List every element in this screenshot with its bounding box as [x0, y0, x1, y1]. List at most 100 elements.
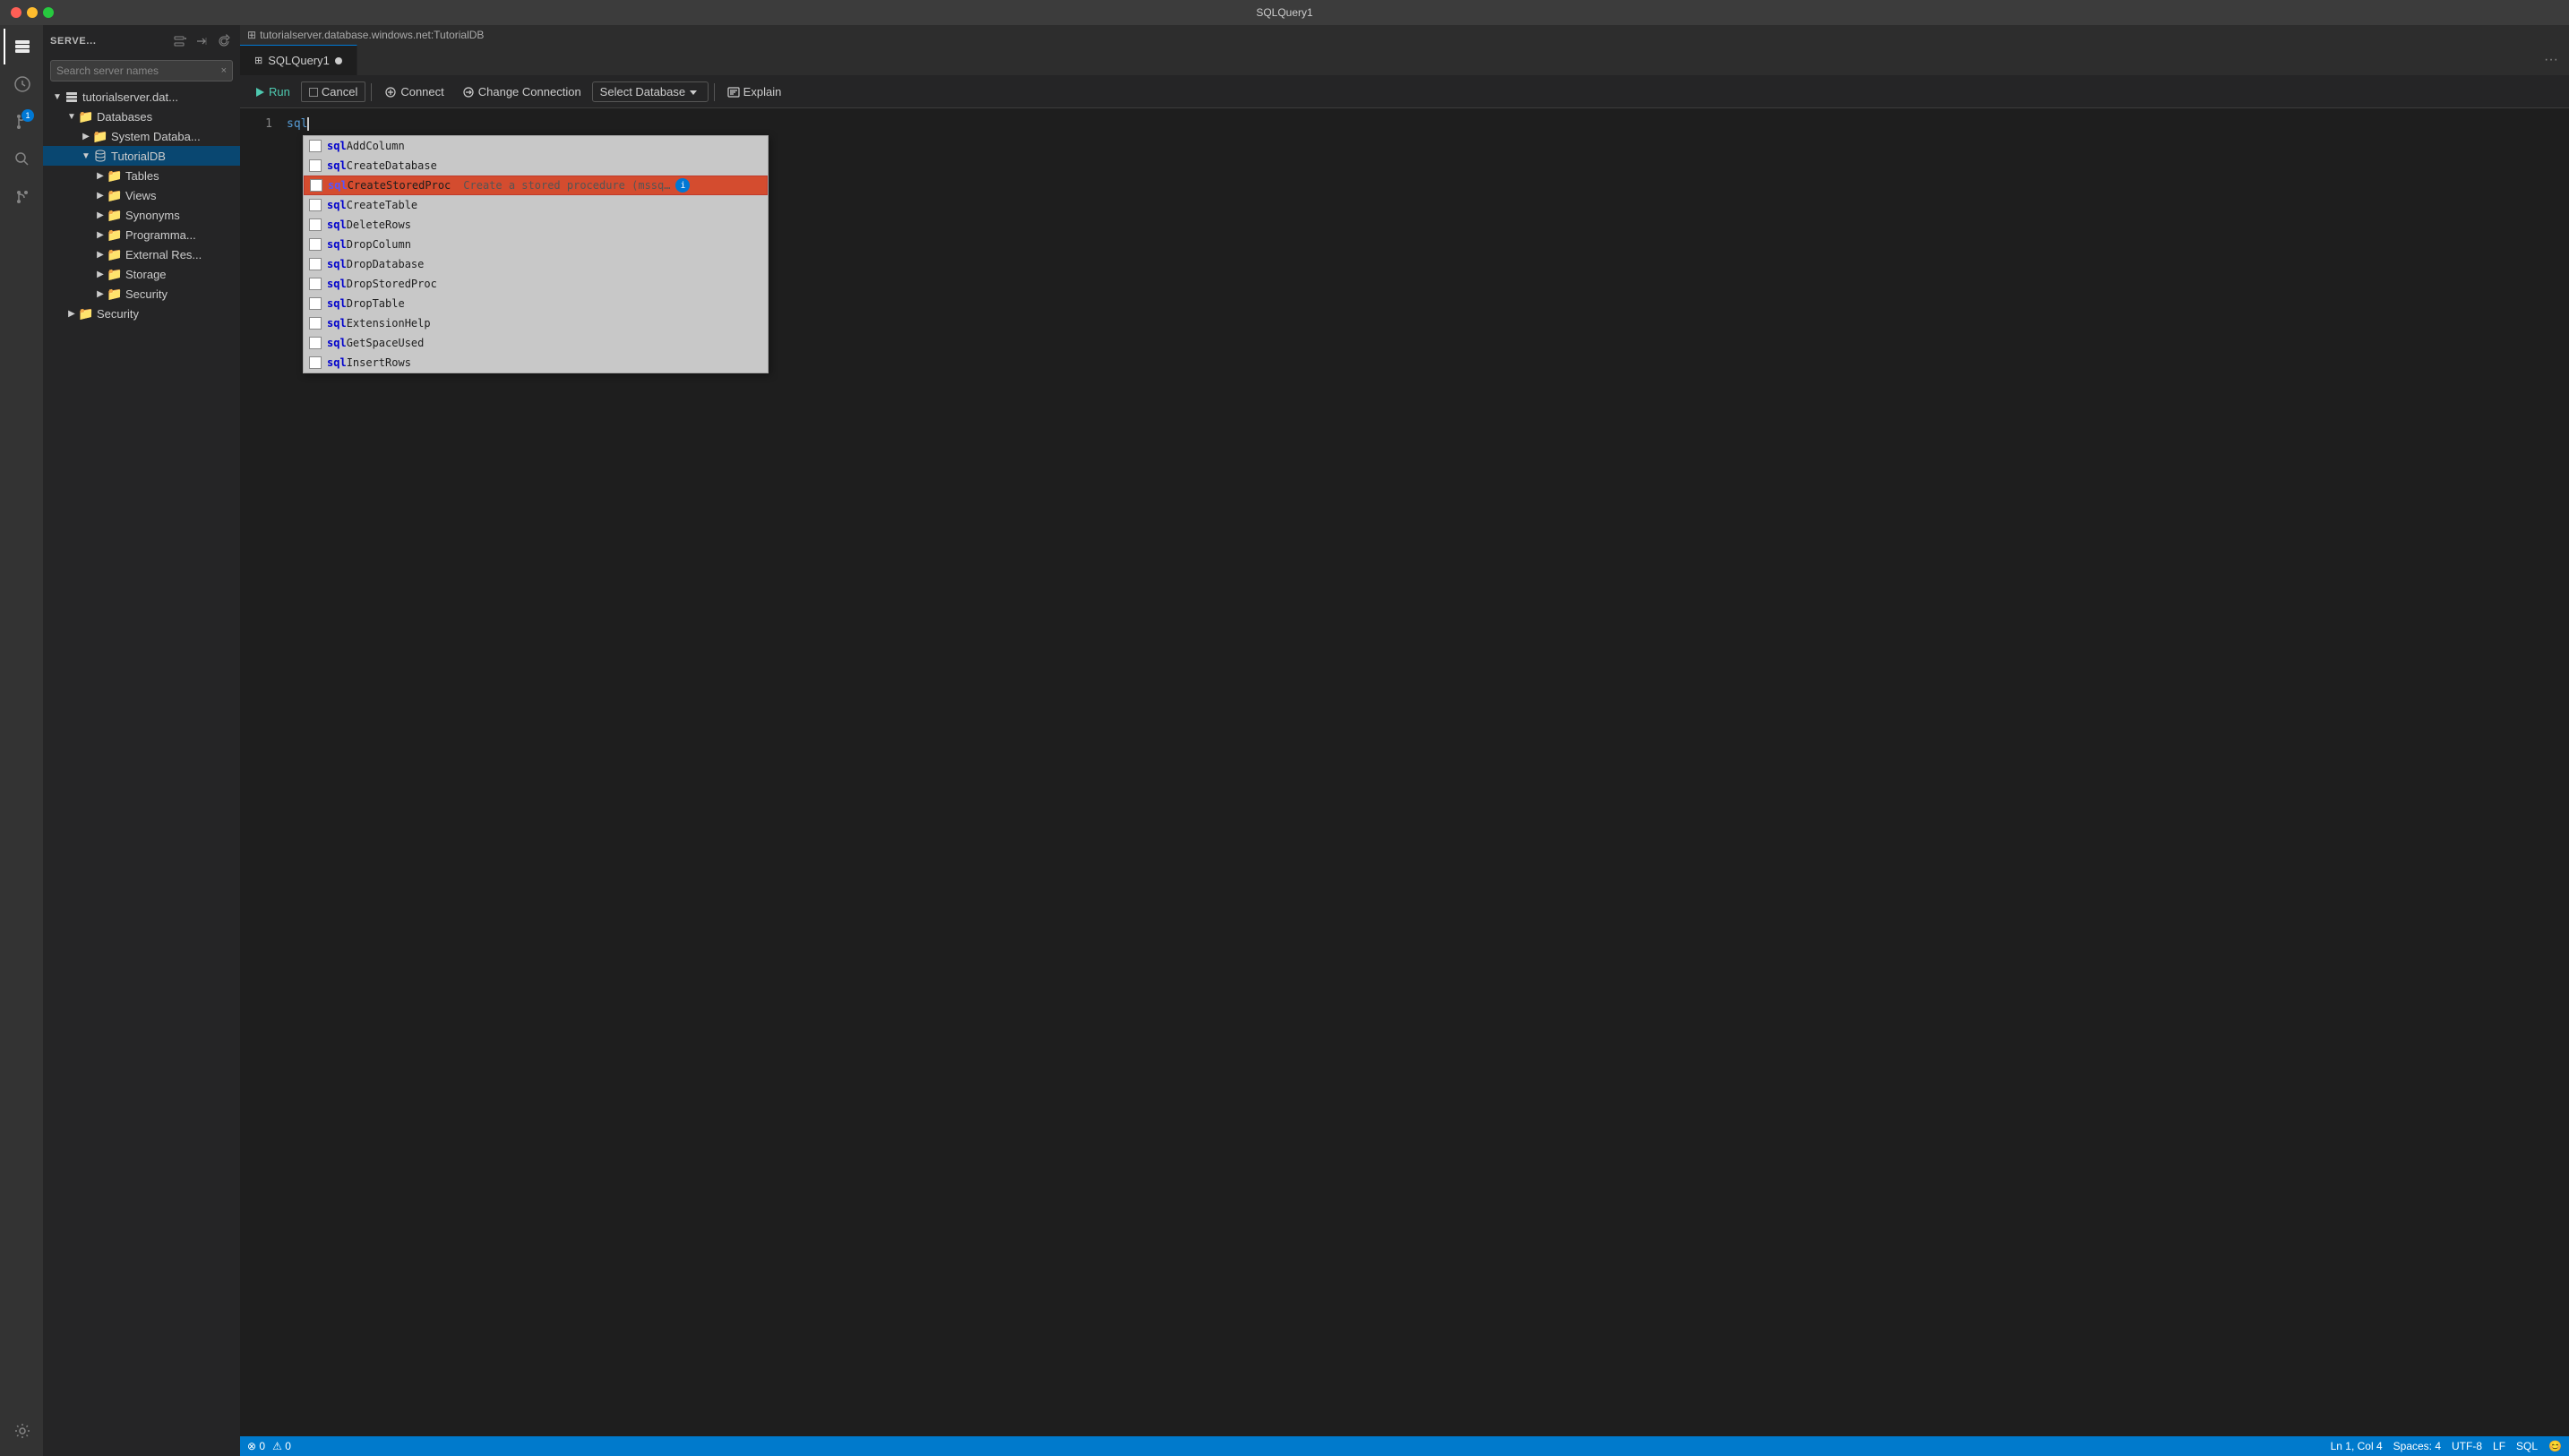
sidebar-tree: ▼ tutorialserver.dat... ▼ 📁 Databases: [43, 85, 240, 1456]
autocomplete-item-1[interactable]: sqlCreateDatabase: [304, 156, 768, 176]
search-server-input[interactable]: [56, 64, 221, 77]
sidebar: SERVE...: [43, 25, 240, 1456]
chevron-right-icon: ▶: [64, 306, 79, 321]
source-control-badge: 1: [21, 109, 34, 122]
autocomplete-item-11[interactable]: sqlInsertRows: [304, 353, 768, 373]
chevron-right-icon: ▶: [93, 287, 107, 301]
tree-item-storage[interactable]: ▶ 📁 Storage: [43, 264, 240, 284]
tab-sqlquery1[interactable]: ⊞ SQLQuery1: [240, 45, 357, 75]
views-label: Views: [125, 189, 156, 202]
tree-item-synonyms[interactable]: ▶ 📁 Synonyms: [43, 205, 240, 225]
encoding-indicator: UTF-8: [2452, 1440, 2482, 1452]
sidebar-item-history[interactable]: [4, 66, 39, 102]
editor-content[interactable]: sql sqlAddColumn sqlCreateDatabase sqlCr…: [276, 108, 2569, 1436]
tree-item-tutorialdb[interactable]: ▼ TutorialDB: [43, 146, 240, 166]
error-icon: ⊗: [247, 1440, 256, 1452]
disconnect-icon[interactable]: [193, 32, 211, 50]
status-right: Ln 1, Col 4 Spaces: 4 UTF-8 LF SQL 😊: [2331, 1440, 2562, 1452]
run-button[interactable]: Run: [247, 82, 297, 101]
item-checkbox-4: [309, 218, 322, 231]
refresh-icon[interactable]: [215, 32, 233, 50]
tree-item-system-db[interactable]: ▶ 📁 System Databa...: [43, 126, 240, 146]
tree-item-programmability[interactable]: ▶ 📁 Programma...: [43, 225, 240, 244]
editor-typed-text: sql: [287, 117, 307, 131]
main-area: ⊞ tutorialserver.database.windows.net:Tu…: [240, 25, 2569, 1456]
autocomplete-text-0: sqlAddColumn: [327, 138, 405, 154]
tree-item-views[interactable]: ▶ 📁 Views: [43, 185, 240, 205]
folder-icon: 📁: [93, 129, 107, 143]
server-search-box[interactable]: ×: [50, 60, 233, 81]
select-database-dropdown[interactable]: Select Database: [592, 81, 709, 102]
autocomplete-item-7[interactable]: sqlDropStoredProc: [304, 274, 768, 294]
close-button[interactable]: [11, 7, 21, 18]
database-icon: [93, 149, 107, 163]
toolbar: Run Cancel Connect Change Connecti: [240, 76, 2569, 108]
activity-bar: 1: [0, 25, 43, 1456]
tab-label: SQLQuery1: [268, 54, 330, 67]
storage-label: Storage: [125, 268, 167, 281]
sidebar-item-source-control[interactable]: 1: [4, 104, 39, 140]
autocomplete-item-9[interactable]: sqlExtensionHelp: [304, 313, 768, 333]
cancel-button[interactable]: Cancel: [301, 81, 365, 102]
settings-icon[interactable]: [4, 1413, 39, 1449]
title-bar-buttons: [11, 7, 54, 18]
sidebar-item-servers[interactable]: [4, 29, 39, 64]
chevron-down-icon: ▼: [79, 149, 93, 163]
connection-icon: ⊞: [247, 29, 256, 41]
item-checkbox-10: [309, 337, 322, 349]
autocomplete-item-2[interactable]: sqlCreateStoredProc Create a stored proc…: [304, 176, 768, 195]
autocomplete-item-6[interactable]: sqlDropDatabase: [304, 254, 768, 274]
connection-text: tutorialserver.database.windows.net:Tuto…: [260, 29, 484, 41]
search-close-icon[interactable]: ×: [221, 65, 227, 76]
external-res-label: External Res...: [125, 248, 202, 261]
autocomplete-item-4[interactable]: sqlDeleteRows: [304, 215, 768, 235]
chevron-down-icon: ▼: [50, 90, 64, 104]
connection-breadcrumb: ⊞ tutorialserver.database.windows.net:Tu…: [240, 25, 2569, 45]
security-label: Security: [97, 307, 139, 321]
chevron-right-icon: ▶: [93, 208, 107, 222]
item-checkbox-7: [309, 278, 322, 290]
change-connection-button[interactable]: Change Connection: [455, 82, 589, 101]
autocomplete-text-11: sqlInsertRows: [327, 355, 411, 371]
tree-item-security[interactable]: ▶ 📁 Security: [43, 304, 240, 323]
line-ending-indicator: LF: [2493, 1440, 2505, 1452]
editor-cursor: [307, 117, 309, 131]
connect-button[interactable]: Connect: [377, 82, 451, 101]
server-label: tutorialserver.dat...: [82, 90, 178, 104]
item-checkbox-8: [309, 297, 322, 310]
autocomplete-dropdown: sqlAddColumn sqlCreateDatabase sqlCreate…: [303, 135, 769, 373]
toolbar-separator: [371, 83, 372, 101]
sidebar-item-git[interactable]: [4, 179, 39, 215]
autocomplete-item-5[interactable]: sqlDropColumn: [304, 235, 768, 254]
autocomplete-item-10[interactable]: sqlGetSpaceUsed: [304, 333, 768, 353]
autocomplete-text-4: sqlDeleteRows: [327, 217, 411, 233]
chevron-down-icon: [689, 88, 698, 97]
autocomplete-item-3[interactable]: sqlCreateTable: [304, 195, 768, 215]
info-icon-2: i: [675, 178, 690, 193]
autocomplete-text-3: sqlCreateTable: [327, 197, 417, 213]
folder-icon: 📁: [107, 227, 122, 242]
new-connection-icon[interactable]: [172, 32, 190, 50]
item-checkbox-2: [310, 179, 322, 192]
autocomplete-item-0[interactable]: sqlAddColumn: [304, 136, 768, 156]
smiley-icon: 😊: [2548, 1440, 2562, 1452]
tree-item-databases[interactable]: ▼ 📁 Databases: [43, 107, 240, 126]
item-checkbox-5: [309, 238, 322, 251]
tab-modified-indicator: [335, 57, 342, 64]
tree-item-tables[interactable]: ▶ 📁 Tables: [43, 166, 240, 185]
tutorialdb-label: TutorialDB: [111, 150, 166, 163]
sidebar-item-search[interactable]: [4, 141, 39, 177]
tree-item-external-res[interactable]: ▶ 📁 External Res...: [43, 244, 240, 264]
window-title: SQLQuery1: [1256, 6, 1312, 19]
tree-item-security-db[interactable]: ▶ 📁 Security: [43, 284, 240, 304]
item-checkbox-6: [309, 258, 322, 270]
security-db-label: Security: [125, 287, 168, 301]
autocomplete-item-8[interactable]: sqlDropTable: [304, 294, 768, 313]
explain-button[interactable]: Explain: [720, 82, 789, 101]
editor-area: 1 sql sqlAddColumn sqlCreateDatabase: [240, 108, 2569, 1436]
more-tabs-button[interactable]: ···: [2533, 52, 2569, 68]
line-col-indicator: Ln 1, Col 4: [2331, 1440, 2383, 1452]
minimize-button[interactable]: [27, 7, 38, 18]
tree-item-server[interactable]: ▼ tutorialserver.dat...: [43, 87, 240, 107]
maximize-button[interactable]: [43, 7, 54, 18]
